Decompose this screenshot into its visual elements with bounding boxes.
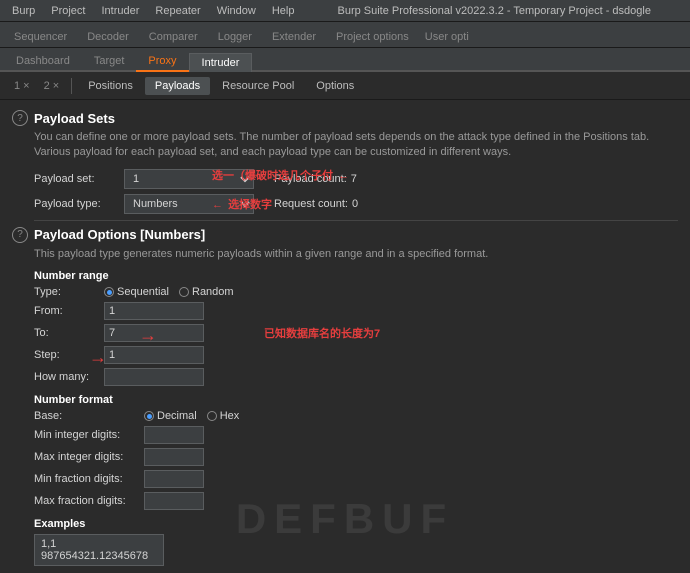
menu-help[interactable]: Help [264, 3, 303, 19]
step-row: Step: → [34, 346, 678, 364]
secondary-tabs: Dashboard Target Proxy Intruder [0, 48, 690, 72]
menu-burp[interactable]: Burp [4, 3, 43, 19]
from-input[interactable] [104, 302, 204, 320]
to-row: To: → 已知数据库名的长度为7 [34, 324, 678, 342]
tab-payloads[interactable]: Payloads [145, 77, 210, 95]
min-int-row: Min integer digits: [12, 426, 678, 444]
payload-options-title: Payload Options [Numbers] [34, 227, 205, 242]
payload-set-row: Payload set: 1 2 Payload count: 7 [12, 169, 678, 189]
base-row: Base: Decimal Hex [12, 410, 678, 422]
tab-comparer[interactable]: Comparer [139, 27, 208, 47]
max-frac-input[interactable] [144, 492, 204, 510]
from-label: From: [34, 305, 104, 317]
menu-project[interactable]: Project [43, 3, 93, 19]
payload-set-label: Payload set: [34, 173, 124, 185]
payload-sets-heading: ? Payload Sets [12, 110, 678, 126]
payload-sets-title: Payload Sets [34, 111, 115, 126]
payload-count-value: 7 [351, 173, 357, 185]
example-2: 987654321.12345678 [41, 550, 157, 562]
tab-dashboard[interactable]: Dashboard [4, 52, 82, 70]
step-label: Step: [34, 349, 104, 361]
tab-1[interactable]: 1 × [8, 78, 36, 94]
max-int-row: Max integer digits: [12, 448, 678, 466]
help-icon-2[interactable]: ? [12, 227, 28, 243]
menu-bar: Burp Project Intruder Repeater Window He… [0, 0, 690, 22]
how-many-row: How many: [34, 368, 678, 386]
request-count-label: Request count: [274, 198, 348, 210]
payload-options-desc: This payload type generates numeric payl… [12, 247, 678, 262]
payload-type-label: Payload type: [34, 198, 124, 210]
tab-decoder[interactable]: Decoder [77, 27, 139, 47]
app-title: Burp Suite Professional v2022.3.2 - Temp… [302, 5, 686, 17]
decimal-dot [144, 411, 154, 421]
examples-box: 1,1 987654321.12345678 [34, 534, 164, 566]
main-tool-tabs: Sequencer Decoder Comparer Logger Extend… [0, 22, 690, 48]
divider-tabs [71, 78, 72, 94]
tab-extender[interactable]: Extender [262, 27, 326, 47]
tab-resource-pool[interactable]: Resource Pool [212, 77, 304, 95]
help-icon[interactable]: ? [12, 110, 28, 126]
tab-sequencer[interactable]: Sequencer [4, 27, 77, 47]
how-many-input[interactable] [104, 368, 204, 386]
menu-repeater[interactable]: Repeater [147, 3, 208, 19]
how-many-label: How many: [34, 371, 104, 383]
from-row: From: [34, 302, 678, 320]
sequential-radio[interactable]: Sequential [104, 286, 169, 298]
tab-2[interactable]: 2 × [38, 78, 66, 94]
intruder-sub-tabs: 1 × 2 × Positions Payloads Resource Pool… [0, 72, 690, 100]
tab-user-options[interactable]: User opti [419, 27, 475, 47]
number-range-title: Number range [12, 270, 678, 282]
min-frac-label: Min fraction digits: [34, 473, 144, 485]
payload-type-select[interactable]: Numbers Simple list Runtime file [124, 194, 254, 214]
number-range-container: Type: Sequential Random From: [12, 286, 678, 386]
max-frac-label: Max fraction digits: [34, 495, 144, 507]
decimal-radio[interactable]: Decimal [144, 410, 197, 422]
payload-set-select[interactable]: 1 2 [124, 169, 254, 189]
payload-sets-desc: You can define one or more payload sets.… [12, 130, 678, 161]
tab-positions[interactable]: Positions [78, 77, 143, 95]
min-int-label: Min integer digits: [34, 429, 144, 441]
hex-dot [207, 411, 217, 421]
to-input[interactable] [104, 324, 204, 342]
min-frac-input[interactable] [144, 470, 204, 488]
payload-set-container: Payload set: 1 2 Payload count: 7 选一（爆破时… [12, 169, 678, 189]
request-count-value: 0 [352, 198, 358, 210]
max-frac-row: Max fraction digits: [12, 492, 678, 510]
type-label: Type: [34, 286, 104, 298]
tab-logger[interactable]: Logger [208, 27, 262, 47]
max-int-input[interactable] [144, 448, 204, 466]
min-int-input[interactable] [144, 426, 204, 444]
base-radio-group: Decimal Hex [144, 410, 239, 422]
type-radio-group: Sequential Random [104, 286, 234, 298]
tab-intruder[interactable]: Intruder [189, 53, 253, 72]
random-dot [179, 287, 189, 297]
type-row: Type: Sequential Random [34, 286, 678, 298]
payload-options-heading: ? Payload Options [Numbers] [12, 227, 678, 243]
number-format-title: Number format [12, 394, 678, 406]
min-frac-row: Min fraction digits: [12, 470, 678, 488]
examples-title: Examples [12, 518, 678, 530]
hex-radio[interactable]: Hex [207, 410, 240, 422]
divider-1 [34, 220, 678, 221]
to-label: To: [34, 327, 104, 339]
step-input[interactable] [104, 346, 204, 364]
random-radio[interactable]: Random [179, 286, 234, 298]
tab-proxy[interactable]: Proxy [136, 52, 188, 72]
payload-type-row: Payload type: Numbers Simple list Runtim… [12, 194, 678, 214]
example-1: 1,1 [41, 538, 157, 550]
tab-target[interactable]: Target [82, 52, 137, 70]
tab-project-options[interactable]: Project options [326, 27, 419, 47]
menu-window[interactable]: Window [209, 3, 264, 19]
payload-type-container: Payload type: Numbers Simple list Runtim… [12, 194, 678, 214]
sequential-dot [104, 287, 114, 297]
main-content: ? Payload Sets You can define one or mor… [0, 100, 690, 573]
menu-intruder[interactable]: Intruder [94, 3, 148, 19]
base-label: Base: [34, 410, 144, 422]
max-int-label: Max integer digits: [34, 451, 144, 463]
cn-annotation-3: 已知数据库名的长度为7 [264, 325, 380, 341]
tab-options[interactable]: Options [306, 77, 364, 95]
payload-count-label: Payload count: [274, 173, 347, 185]
